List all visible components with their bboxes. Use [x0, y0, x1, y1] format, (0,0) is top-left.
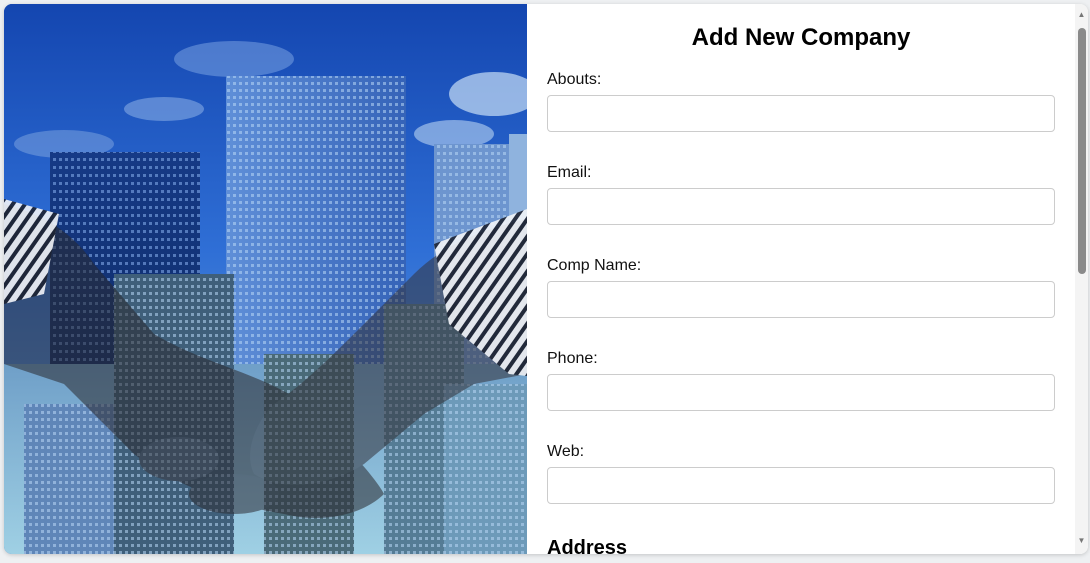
add-company-form: Add New Company Abouts: Email: Comp Name…: [527, 4, 1075, 554]
email-label: Email:: [547, 164, 592, 181]
address-heading: Address: [547, 537, 628, 554]
handshake-city-photo-icon: [4, 4, 527, 554]
abouts-label: Abouts:: [547, 71, 602, 88]
email-input[interactable]: [547, 188, 1055, 225]
app-frame: Add New Company Abouts: Email: Comp Name…: [4, 4, 1088, 554]
phone-input[interactable]: [547, 374, 1055, 411]
comp-name-input[interactable]: [547, 281, 1055, 318]
phone-label: Phone:: [547, 350, 598, 367]
scroll-thumb[interactable]: [1078, 28, 1086, 274]
scroll-up-icon[interactable]: ▲: [1075, 8, 1088, 22]
web-label: Web:: [547, 443, 585, 460]
hero-image: [4, 4, 527, 554]
web-input[interactable]: [547, 467, 1055, 504]
scroll-down-icon[interactable]: ▼: [1075, 534, 1088, 548]
abouts-input[interactable]: [547, 95, 1055, 132]
comp-name-label: Comp Name:: [547, 257, 642, 274]
vertical-scrollbar[interactable]: ▲ ▼: [1075, 4, 1088, 554]
form-title: Add New Company: [691, 24, 911, 51]
